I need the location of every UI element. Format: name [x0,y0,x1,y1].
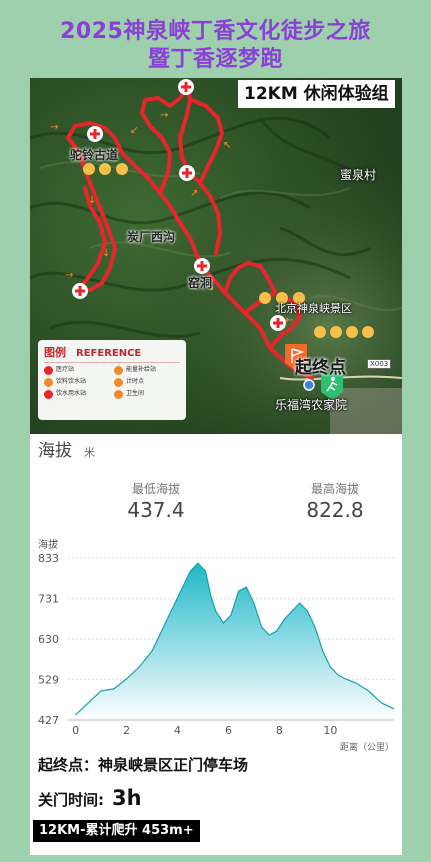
map-label-tuoling: 驼铃古道 [70,148,119,162]
svg-text:→: → [50,122,58,133]
cutoff-time-info: 关门时间: 3h [38,786,142,810]
energy-icon [114,366,123,375]
legend-item-label: 卫生间 [126,390,145,398]
max-elevation-value: 822.8 [306,498,364,522]
legend-item-toilet: 卫生间 [114,390,180,399]
x-tick-label: 0 [72,724,79,737]
svg-text:↗: ↗ [190,188,198,199]
page-title: 2025神泉峡丁香文化徒步之旅 暨丁香逐梦跑 [0,18,431,74]
medical-icon [44,366,53,375]
elevation-title: 海拔 [38,441,72,461]
legend-item-label: 能量补给站 [126,366,157,374]
y-tick-label: 833 [38,552,59,565]
water-icon [44,390,53,399]
y-tick-label: 427 [38,714,59,727]
legend-items: 医疗站 能量补给站 饮料饮水站 计时点 饮水用水站 卫生间 [44,366,180,399]
x-tick-label: 8 [276,724,283,737]
x-tick-label: 10 [323,724,337,737]
y-tick-label: 731 [38,593,59,606]
legend-item-label: 医疗站 [56,366,75,374]
x-tick-label: 4 [174,724,181,737]
min-elevation-value: 437.4 [127,498,185,522]
timer-icon [114,378,123,387]
road-marker: X003 [367,359,392,369]
legend-item-timing: 计时点 [114,378,180,387]
elevation-unit: 米 [84,446,95,459]
cutoff-label: 关门时间: [38,791,104,809]
elevation-chart: 海拔 427 529 630 731 833 0 2 4 6 8 10距离（公里） [38,538,395,753]
wc-icon [114,390,123,399]
legend-item-energy: 能量补给站 [114,366,180,375]
legend-item-medical: 医疗站 [44,366,110,375]
cup-icon [44,378,53,387]
svg-text:→: → [160,110,168,121]
start-point-info: 起终点：神泉峡景区正门停车场 [38,756,249,774]
min-elevation-label: 最低海拔 [131,482,180,496]
legend-item-label: 饮水用水站 [56,390,87,398]
max-elevation-label: 最高海拔 [310,482,359,496]
y-axis-label: 海拔 [38,538,58,551]
title-line-2: 暨丁香逐梦跑 [147,47,283,72]
elevation-area [75,563,394,720]
route-group-badge: 12KM 休闲体验组 [238,80,395,108]
legend-item-water: 饮水用水站 [44,390,110,399]
svg-text:↙: ↙ [130,125,138,136]
map-label-yaodong: 窑洞 [188,276,213,290]
x-axis-label: 距离（公里） [340,741,394,753]
map-label-miquan: 蜜泉村 [340,168,377,182]
legend-header: 图例 REFERENCE [44,344,180,363]
legend-title-en: REFERENCE [76,348,142,359]
legend-item-drinks: 饮料饮水站 [44,378,110,387]
title-line-1: 2025神泉峡丁香文化徒步之旅 [60,19,371,44]
x-tick-label: 2 [123,724,130,737]
start-end-label: 起终点 [295,358,346,378]
route-map[interactable]: → ↙ ↓ ↓ → ↗ ↖ → ← ↘ 12KM 休闲体验组 驼铃古道 炭厂西沟… [30,78,402,434]
content-card: → ↙ ↓ ↓ → ↗ ↖ → ← ↘ 12KM 休闲体验组 驼铃古道 炭厂西沟… [30,78,402,855]
map-label-scenic: 北京神泉峡景区 [275,302,352,315]
svg-text:→: → [65,270,73,281]
x-tick-label: 6 [225,724,232,737]
y-tick-label: 529 [38,673,59,686]
map-label-tanchang: 炭厂西沟 [127,230,176,244]
legend-item-label: 饮料饮水站 [56,378,87,386]
y-tick-label: 630 [38,633,59,646]
svg-text:↖: ↖ [223,140,231,151]
legend-item-label: 计时点 [126,378,145,386]
svg-text:↓: ↓ [102,248,110,259]
cutoff-value: 3h [112,786,142,810]
map-label-farmhouse: 乐福湾农家院 [275,398,348,412]
svg-text:↓: ↓ [88,195,96,206]
climb-badge: 12KM-累计爬升 453m+ [33,820,200,842]
map-legend: 图例 REFERENCE 医疗站 能量补给站 饮料饮水站 计时点 饮水用水站 卫生… [38,340,186,420]
svg-text:←: ← [285,315,293,326]
legend-title-cn: 图例 [44,346,66,359]
